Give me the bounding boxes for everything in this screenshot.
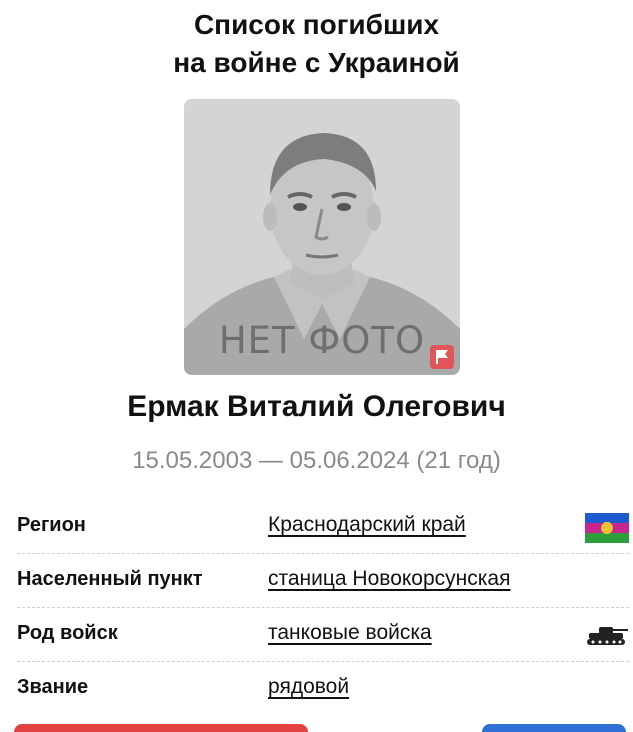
- tank-icon: [587, 627, 628, 645]
- settlement-link[interactable]: станица Новокорсунская: [268, 567, 510, 591]
- rank-label: Звание: [17, 676, 89, 698]
- bottom-button-right[interactable]: [482, 724, 626, 732]
- detail-row-troops: Род войск танковые войска: [17, 608, 629, 662]
- report-button[interactable]: [430, 345, 454, 369]
- details-table: Регион Краснодарский край Населенный пун…: [17, 500, 629, 715]
- flag-icon: [436, 350, 448, 364]
- krasnodar-flag-icon: [585, 513, 629, 543]
- detail-row-rank: Звание рядовой: [17, 662, 629, 715]
- person-name: Ермак Виталий Олегович: [127, 390, 506, 423]
- troops-label: Род войск: [17, 622, 118, 644]
- life-dates: 15.05.2003 — 05.06.2024 (21 год): [132, 447, 501, 474]
- no-photo-label: НЕТ ФОТО: [218, 319, 426, 362]
- region-link[interactable]: Краснодарский край: [268, 513, 466, 537]
- detail-row-region: Регион Краснодарский край: [17, 500, 629, 554]
- bottom-button-left[interactable]: [14, 724, 308, 732]
- title-line-1: Список погибших: [193, 9, 440, 40]
- title-line-2: на войне с Украиной: [173, 47, 460, 78]
- region-label: Регион: [17, 514, 86, 536]
- detail-row-settlement: Населенный пункт станица Новокорсунская: [17, 554, 629, 608]
- troops-link[interactable]: танковые войска: [268, 621, 432, 645]
- portrait-placeholder: НЕТ ФОТО: [184, 99, 460, 375]
- rank-link[interactable]: рядовой: [268, 675, 349, 699]
- page-title: Список погибших на войне с Украиной: [0, 6, 633, 82]
- settlement-label: Населенный пункт: [17, 568, 203, 590]
